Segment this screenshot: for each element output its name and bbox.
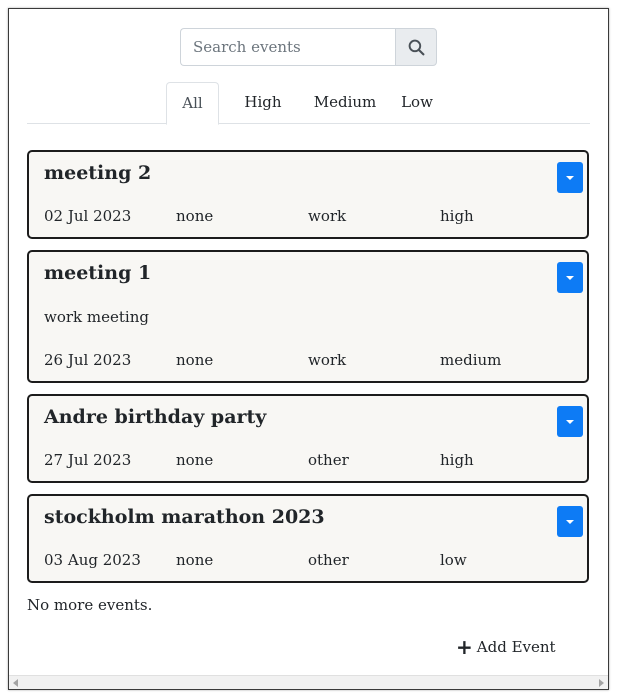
event-description: work meeting — [44, 308, 149, 326]
event-repeat: none — [176, 351, 214, 369]
tab-low[interactable]: Low — [391, 82, 443, 124]
event-title: stockholm marathon 2023 — [44, 506, 325, 528]
event-category: other — [308, 451, 349, 469]
event-meta: 02 Jul 2023 none work high — [44, 207, 572, 225]
event-category: work — [308, 351, 347, 369]
event-repeat: none — [176, 207, 214, 225]
browser-window: All High Medium Low meeting 2 02 Jul 202… — [8, 8, 609, 690]
event-title: Andre birthday party — [44, 406, 267, 428]
event-date: 26 Jul 2023 — [44, 351, 132, 369]
event-priority: medium — [440, 351, 502, 369]
event-priority: high — [440, 207, 474, 225]
scroll-left-icon[interactable] — [13, 679, 18, 687]
event-menu-button[interactable] — [557, 162, 583, 193]
event-menu-button[interactable] — [557, 506, 583, 537]
event-card: stockholm marathon 2023 03 Aug 2023 none… — [27, 494, 589, 583]
add-event-label: Add Event — [476, 638, 556, 656]
no-more-events-text: No more events. — [27, 596, 153, 614]
event-date: 03 Aug 2023 — [44, 551, 141, 569]
search-icon — [408, 39, 424, 55]
caret-down-icon — [566, 419, 574, 424]
caret-down-icon — [566, 519, 574, 524]
horizontal-scrollbar[interactable] — [9, 675, 608, 689]
caret-down-icon — [566, 275, 574, 280]
event-menu-button[interactable] — [557, 262, 583, 293]
event-repeat: none — [176, 451, 214, 469]
event-priority: low — [440, 551, 467, 569]
tab-all[interactable]: All — [166, 82, 219, 125]
search-input[interactable] — [180, 28, 395, 66]
tab-high[interactable]: High — [227, 82, 299, 124]
event-menu-button[interactable] — [557, 406, 583, 437]
event-priority: high — [440, 451, 474, 469]
event-category: work — [308, 207, 347, 225]
search-bar — [180, 28, 437, 66]
event-card: Andre birthday party 27 Jul 2023 none ot… — [27, 394, 589, 483]
plus-icon: + — [456, 635, 473, 659]
event-card: meeting 1 work meeting 26 Jul 2023 none … — [27, 250, 589, 383]
event-category: other — [308, 551, 349, 569]
event-meta: 03 Aug 2023 none other low — [44, 551, 572, 569]
event-date: 02 Jul 2023 — [44, 207, 132, 225]
event-card: meeting 2 02 Jul 2023 none work high — [27, 150, 589, 239]
search-button[interactable] — [395, 28, 437, 66]
page-content: All High Medium Low meeting 2 02 Jul 202… — [9, 9, 608, 675]
add-event-button[interactable]: + Add Event — [456, 637, 556, 657]
priority-tabs: All High Medium Low — [27, 82, 590, 125]
event-meta: 27 Jul 2023 none other high — [44, 451, 572, 469]
event-meta: 26 Jul 2023 none work medium — [44, 351, 572, 369]
event-repeat: none — [176, 551, 214, 569]
event-date: 27 Jul 2023 — [44, 451, 132, 469]
event-title: meeting 2 — [44, 162, 152, 184]
event-title: meeting 1 — [44, 262, 152, 284]
scroll-right-icon[interactable] — [599, 679, 604, 687]
caret-down-icon — [566, 175, 574, 180]
tab-medium[interactable]: Medium — [299, 82, 391, 124]
